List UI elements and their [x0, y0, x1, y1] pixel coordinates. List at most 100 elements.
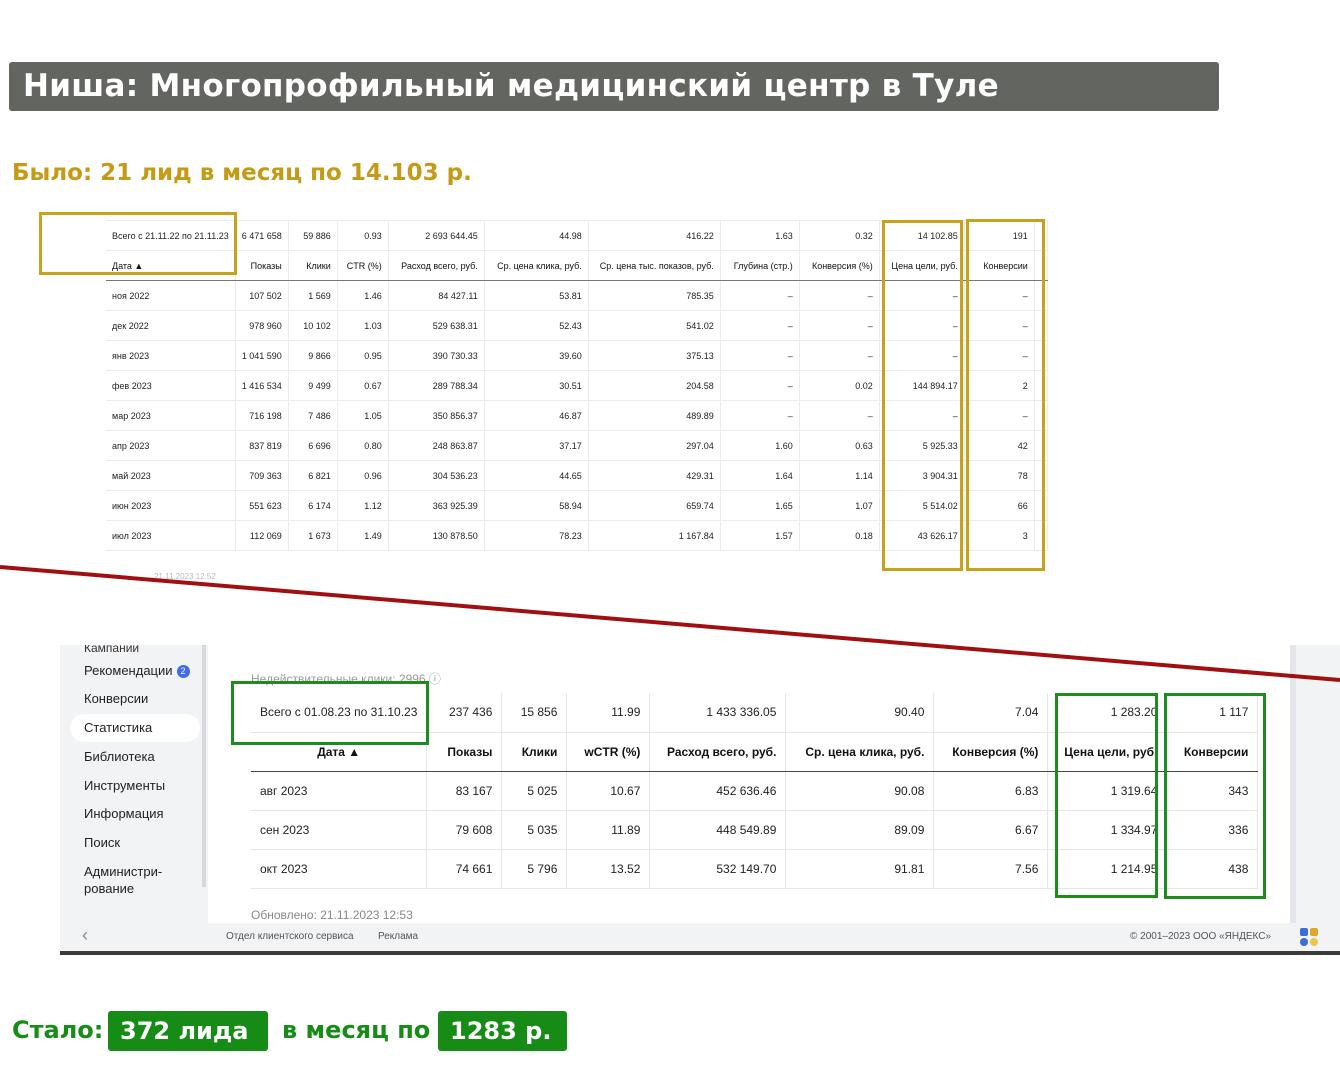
row-value: –	[799, 400, 880, 431]
row-value: 42	[964, 430, 1035, 461]
row-value: –	[879, 400, 965, 431]
spacer-cell	[1034, 490, 1048, 521]
total-cell: 416.22	[588, 220, 721, 251]
row-value: 1.07	[799, 490, 880, 521]
after-prefix: Стало:	[12, 1016, 104, 1044]
header-row: Дата ▲ Показы Клики CTR (%) Расход всего, ру…	[106, 250, 1048, 281]
spacer-cell	[1034, 400, 1048, 431]
sidebar-item-statistics[interactable]: Статистика	[84, 719, 152, 736]
row-value: 5 035	[501, 810, 568, 850]
row-value: 343	[1166, 771, 1259, 811]
sidebar-item-search[interactable]: Поиск	[84, 834, 120, 851]
footer-link-client-service[interactable]: Отдел клиентского сервиса	[226, 931, 354, 942]
row-value: 978 960	[235, 310, 289, 341]
row-value: –	[879, 280, 965, 311]
column-header: Конверсии	[964, 250, 1035, 281]
row-value: 5 925.33	[879, 430, 965, 461]
table-row: янв 2023 1 041 590 9 866 0.95 390 730.33 39.6…	[106, 340, 1048, 371]
row-value: 1 041 590	[235, 340, 289, 371]
row-value: –	[964, 280, 1035, 311]
row-value: 44.65	[484, 460, 589, 491]
row-date: июн 2023	[106, 490, 236, 521]
row-value: 716 198	[235, 400, 289, 431]
column-header: Ср. цена тыс. показов, руб.	[588, 250, 721, 281]
row-value: –	[799, 310, 880, 341]
row-value: 11.89	[566, 810, 651, 850]
row-value: 90.08	[785, 771, 935, 811]
column-header: Показы	[235, 250, 289, 281]
totals-row: Всего с 21.11.22 по 21.11.23 6 471 658 59 …	[106, 220, 1048, 251]
row-value: 10.67	[566, 771, 651, 811]
row-value: 0.95	[337, 340, 389, 371]
table-row: фев 2023 1 416 534 9 499 0.67 289 788.34 30.5…	[106, 370, 1048, 401]
row-value: 144 894.17	[879, 370, 965, 401]
row-value: 9 499	[288, 370, 338, 401]
sort-date-header[interactable]: Дата ▲	[106, 250, 236, 281]
row-value: 204.58	[588, 370, 721, 401]
row-value: 1 569	[288, 280, 338, 311]
total-cell: 0.32	[799, 220, 880, 251]
row-value: –	[964, 340, 1035, 371]
row-value: 1 214.95	[1047, 849, 1168, 889]
row-value: –	[964, 310, 1035, 341]
tray-icons	[1300, 928, 1324, 948]
total-cell: 6 471 658	[235, 220, 289, 251]
row-value: 3 904.31	[879, 460, 965, 491]
row-value: 83 167	[426, 771, 503, 811]
table-row: июл 2023 112 069 1 673 1.49 130 878.50 78.23 1…	[106, 520, 1048, 551]
row-value: 1 167.84	[588, 520, 721, 551]
row-value: –	[799, 340, 880, 371]
row-value: 0.67	[337, 370, 389, 401]
row-value: 1.14	[799, 460, 880, 491]
row-value: 0.96	[337, 460, 389, 491]
row-value: 74 661	[426, 849, 503, 889]
sidebar-item-information[interactable]: Информация	[84, 805, 164, 822]
column-header: Конверсия (%)	[933, 732, 1049, 772]
total-cell: 59 886	[288, 220, 338, 251]
period-total-label: Всего с 21.11.22 по 21.11.23	[106, 220, 236, 251]
row-value: 79 608	[426, 810, 503, 850]
new-stats-table: Всего с 01.08.23 по 31.10.23 237 436 15 85…	[251, 693, 1259, 889]
row-value: 1.12	[337, 490, 389, 521]
column-header: Цена цели, руб.	[879, 250, 965, 281]
row-value: 1.05	[337, 400, 389, 431]
column-header: CTR (%)	[337, 250, 389, 281]
sidebar-item-tools[interactable]: Инструменты	[84, 777, 165, 794]
row-value: 551 623	[235, 490, 289, 521]
row-value: –	[720, 370, 800, 401]
row-date: дек 2022	[106, 310, 236, 341]
row-value: 43 626.17	[879, 520, 965, 551]
column-header: Конверсии	[1166, 732, 1259, 772]
spacer-cell	[1034, 310, 1048, 341]
row-value: 30.51	[484, 370, 589, 401]
row-value: 1.65	[720, 490, 800, 521]
row-value: 5 025	[501, 771, 568, 811]
divider-line	[0, 565, 1340, 682]
column-header: Ср. цена клика, руб.	[484, 250, 589, 281]
row-value: 1.60	[720, 430, 800, 461]
sidebar-item-administration[interactable]: Администри- рование	[84, 863, 162, 897]
footer-link-ads[interactable]: Реклама	[378, 931, 418, 942]
row-value: 304 536.23	[388, 460, 485, 491]
row-value: 10 102	[288, 310, 338, 341]
old-stats-table: Всего с 21.11.22 по 21.11.23 6 471 658 59 …	[106, 220, 1048, 551]
row-value: 1.49	[337, 520, 389, 551]
row-date: июл 2023	[106, 520, 236, 551]
row-value: 2	[964, 370, 1035, 401]
chevron-left-icon[interactable]: ‹	[82, 925, 88, 946]
row-value: 5 514.02	[879, 490, 965, 521]
row-value: 1.57	[720, 520, 800, 551]
sidebar-item-library[interactable]: Библиотека	[84, 748, 155, 765]
before-summary: Было: 21 лид в месяц по 14.103 р.	[12, 160, 472, 186]
row-value: 53.81	[484, 280, 589, 311]
column-header: Показы	[426, 732, 503, 772]
row-value: 297.04	[588, 430, 721, 461]
sort-date-header[interactable]: Дата ▲	[251, 732, 428, 772]
after-price-pill: 1283 р.	[438, 1011, 567, 1051]
row-value: 112 069	[235, 520, 289, 551]
total-cell: 1.63	[720, 220, 800, 251]
row-value: 6 696	[288, 430, 338, 461]
column-header: Клики	[501, 732, 568, 772]
row-value: 1 416 534	[235, 370, 289, 401]
row-value: 39.60	[484, 340, 589, 371]
